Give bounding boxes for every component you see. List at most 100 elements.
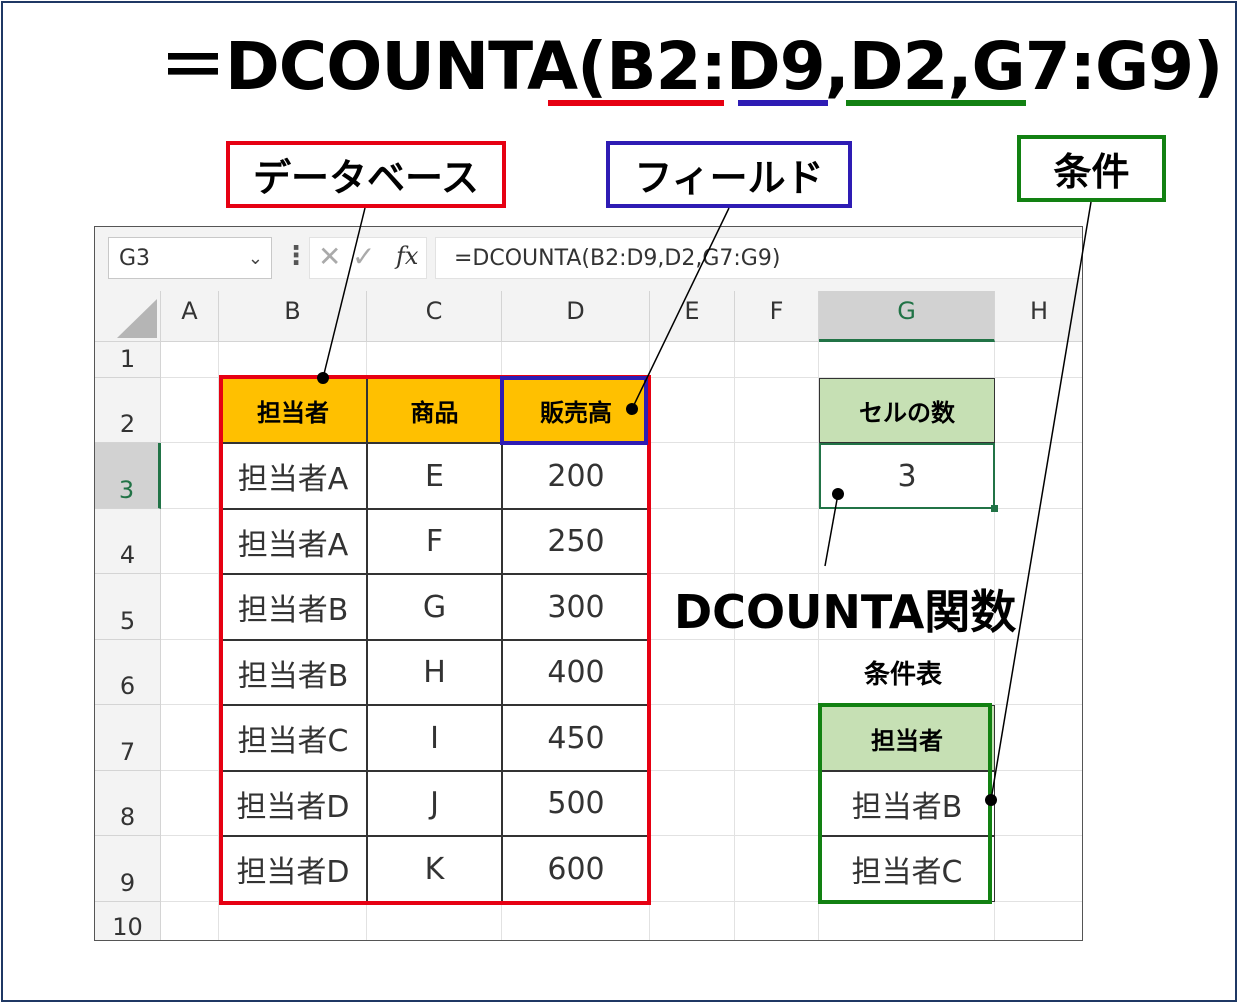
table-header-cell[interactable]: 商品 (367, 378, 502, 443)
column-header-c[interactable]: C (367, 291, 502, 342)
table-cell[interactable]: 担当者D (219, 771, 367, 836)
column-header-f[interactable]: F (735, 291, 819, 342)
table-cell[interactable]: 担当者A (219, 509, 367, 574)
column-header-e[interactable]: E (650, 291, 735, 342)
cell[interactable] (161, 342, 219, 378)
row-header-5[interactable]: 5 (95, 574, 161, 640)
column-header-b[interactable]: B (219, 291, 367, 342)
cell[interactable] (735, 378, 819, 443)
result-value-cell[interactable]: 3 (819, 443, 995, 509)
cell[interactable] (502, 902, 650, 940)
table-cell[interactable]: 担当者C (219, 705, 367, 771)
cell[interactable] (219, 902, 367, 940)
table-cell[interactable]: K (367, 836, 502, 902)
row-header-9[interactable]: 9 (95, 836, 161, 902)
cell[interactable] (735, 640, 819, 705)
table-cell[interactable]: 担当者D (219, 836, 367, 902)
select-all-icon[interactable] (95, 291, 161, 342)
name-box[interactable]: G3 ⌄ (108, 237, 272, 279)
cell[interactable] (650, 771, 735, 836)
cell[interactable] (995, 771, 1082, 836)
result-header-cell[interactable]: セルの数 (819, 378, 995, 443)
cell[interactable] (735, 771, 819, 836)
criteria-header-cell[interactable]: 担当者 (819, 705, 995, 771)
cell[interactable] (819, 509, 995, 574)
criteria-value-cell[interactable]: 担当者B (819, 771, 995, 836)
confirm-icon[interactable]: ✓ (352, 240, 375, 273)
cell[interactable] (161, 640, 219, 705)
table-cell[interactable]: G (367, 574, 502, 640)
cell[interactable] (995, 443, 1082, 509)
cell[interactable] (219, 342, 367, 378)
insert-function-icon[interactable]: fx (396, 242, 418, 270)
cell[interactable] (995, 640, 1082, 705)
table-cell[interactable]: 400 (502, 640, 650, 705)
table-cell[interactable]: 担当者B (219, 574, 367, 640)
cell[interactable] (735, 705, 819, 771)
cell[interactable] (161, 509, 219, 574)
cell[interactable] (995, 902, 1082, 940)
column-header-a[interactable]: A (161, 291, 219, 342)
cell[interactable] (735, 902, 819, 940)
table-cell[interactable]: F (367, 509, 502, 574)
cell[interactable] (819, 342, 995, 378)
column-header-g[interactable]: G (819, 291, 995, 342)
cell[interactable] (995, 378, 1082, 443)
table-cell[interactable]: 500 (502, 771, 650, 836)
select-all-corner[interactable] (95, 291, 161, 342)
row-header-2[interactable]: 2 (95, 378, 161, 443)
table-header-cell[interactable]: 担当者 (219, 378, 367, 443)
cell[interactable] (650, 836, 735, 902)
cell[interactable] (161, 705, 219, 771)
formula-input[interactable]: =DCOUNTA(B2:D9,D2,G7:G9) (435, 237, 1082, 279)
cell[interactable] (650, 705, 735, 771)
cell[interactable] (735, 443, 819, 509)
cell[interactable] (650, 443, 735, 509)
table-cell[interactable]: 300 (502, 574, 650, 640)
table-cell[interactable]: 担当者B (219, 640, 367, 705)
cell[interactable] (161, 378, 219, 443)
row-header-4[interactable]: 4 (95, 509, 161, 574)
column-header-d[interactable]: D (502, 291, 650, 342)
cancel-icon[interactable]: ✕ (318, 240, 341, 273)
row-header-6[interactable]: 6 (95, 640, 161, 705)
row-header-3[interactable]: 3 (95, 443, 161, 509)
cell[interactable] (735, 509, 819, 574)
row-header-1[interactable]: 1 (95, 342, 161, 378)
table-header-cell[interactable]: 販売高 (502, 378, 650, 443)
chevron-down-icon[interactable]: ⌄ (248, 238, 263, 280)
cell[interactable] (161, 836, 219, 902)
column-header-h[interactable]: H (995, 291, 1082, 342)
cell[interactable] (161, 443, 219, 509)
cell[interactable] (735, 836, 819, 902)
cell[interactable] (995, 342, 1082, 378)
cell[interactable] (650, 902, 735, 940)
cell[interactable] (161, 574, 219, 640)
cell[interactable] (995, 705, 1082, 771)
cell[interactable] (650, 378, 735, 443)
cell[interactable] (502, 342, 650, 378)
table-cell[interactable]: H (367, 640, 502, 705)
table-cell[interactable]: 450 (502, 705, 650, 771)
cell[interactable] (161, 771, 219, 836)
table-cell[interactable]: J (367, 771, 502, 836)
criteria-value-cell[interactable]: 担当者C (819, 836, 995, 902)
row-header-7[interactable]: 7 (95, 705, 161, 771)
more-options-icon[interactable]: ⋮ (283, 241, 309, 271)
cell[interactable] (995, 509, 1082, 574)
table-cell[interactable]: I (367, 705, 502, 771)
cell[interactable] (161, 902, 219, 940)
cell[interactable] (819, 902, 995, 940)
cell[interactable] (995, 836, 1082, 902)
table-cell[interactable]: 600 (502, 836, 650, 902)
fill-handle[interactable] (991, 505, 998, 512)
row-header-10[interactable]: 10 (95, 902, 161, 940)
cell[interactable] (735, 342, 819, 378)
cell[interactable] (367, 902, 502, 940)
cell[interactable] (650, 342, 735, 378)
cell[interactable] (650, 509, 735, 574)
row-header-8[interactable]: 8 (95, 771, 161, 836)
table-cell[interactable]: 200 (502, 443, 650, 509)
cell[interactable] (650, 640, 735, 705)
table-cell[interactable]: 担当者A (219, 443, 367, 509)
